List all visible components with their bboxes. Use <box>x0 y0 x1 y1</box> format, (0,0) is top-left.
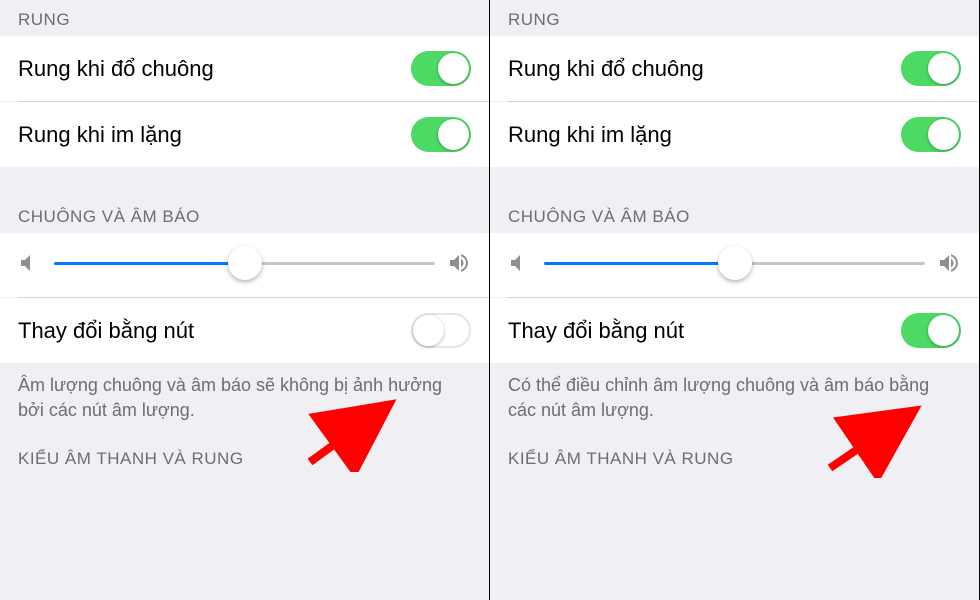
speaker-max-icon <box>447 251 471 275</box>
label-vibrate-on-ring: Rung khi đổ chuông <box>508 56 704 82</box>
footer-text: Âm lượng chuông và âm báo sẽ không bị ản… <box>0 363 489 433</box>
section-gap <box>0 167 489 197</box>
speaker-max-icon <box>937 251 961 275</box>
section-header-ringtone: CHUÔNG VÀ ÂM BÁO <box>490 197 979 233</box>
label-change-with-buttons: Thay đổi bằng nút <box>18 318 194 344</box>
section-header-sound-pattern: KIỂU ÂM THANH VÀ RUNG <box>490 433 979 475</box>
toggle-change-with-buttons[interactable] <box>901 313 961 348</box>
toggle-change-with-buttons[interactable] <box>411 313 471 348</box>
section-header-sound-pattern: KIỂU ÂM THANH VÀ RUNG <box>0 433 489 475</box>
row-vibrate-on-ring[interactable]: Rung khi đổ chuông <box>490 36 979 101</box>
section-header-ringtone: CHUÔNG VÀ ÂM BÁO <box>0 197 489 233</box>
row-vibrate-on-silent[interactable]: Rung khi im lặng <box>490 102 979 167</box>
volume-slider[interactable] <box>544 262 925 265</box>
label-vibrate-on-ring: Rung khi đổ chuông <box>18 56 214 82</box>
toggle-vibrate-on-ring[interactable] <box>411 51 471 86</box>
toggle-vibrate-on-ring[interactable] <box>901 51 961 86</box>
row-vibrate-on-ring[interactable]: Rung khi đổ chuông <box>0 36 489 101</box>
slider-thumb[interactable] <box>718 246 752 280</box>
row-vibrate-on-silent[interactable]: Rung khi im lặng <box>0 102 489 167</box>
footer-text: Có thể điều chỉnh âm lượng chuông và âm … <box>490 363 979 433</box>
row-change-with-buttons[interactable]: Thay đổi bằng nút <box>490 298 979 363</box>
speaker-min-icon <box>508 251 532 275</box>
section-header-vibrate: RUNG <box>490 0 979 36</box>
section-gap <box>490 167 979 197</box>
volume-slider-row[interactable] <box>490 233 979 297</box>
left-panel: RUNG Rung khi đổ chuông Rung khi im lặng… <box>0 0 490 600</box>
section-header-vibrate: RUNG <box>0 0 489 36</box>
speaker-min-icon <box>18 251 42 275</box>
slider-thumb[interactable] <box>228 246 262 280</box>
volume-slider-row[interactable] <box>0 233 489 297</box>
right-panel: RUNG Rung khi đổ chuông Rung khi im lặng… <box>490 0 980 600</box>
label-vibrate-on-silent: Rung khi im lặng <box>508 122 672 148</box>
label-change-with-buttons: Thay đổi bằng nút <box>508 318 684 344</box>
label-vibrate-on-silent: Rung khi im lặng <box>18 122 182 148</box>
volume-slider[interactable] <box>54 262 435 265</box>
row-change-with-buttons[interactable]: Thay đổi bằng nút <box>0 298 489 363</box>
toggle-vibrate-on-silent[interactable] <box>901 117 961 152</box>
toggle-vibrate-on-silent[interactable] <box>411 117 471 152</box>
